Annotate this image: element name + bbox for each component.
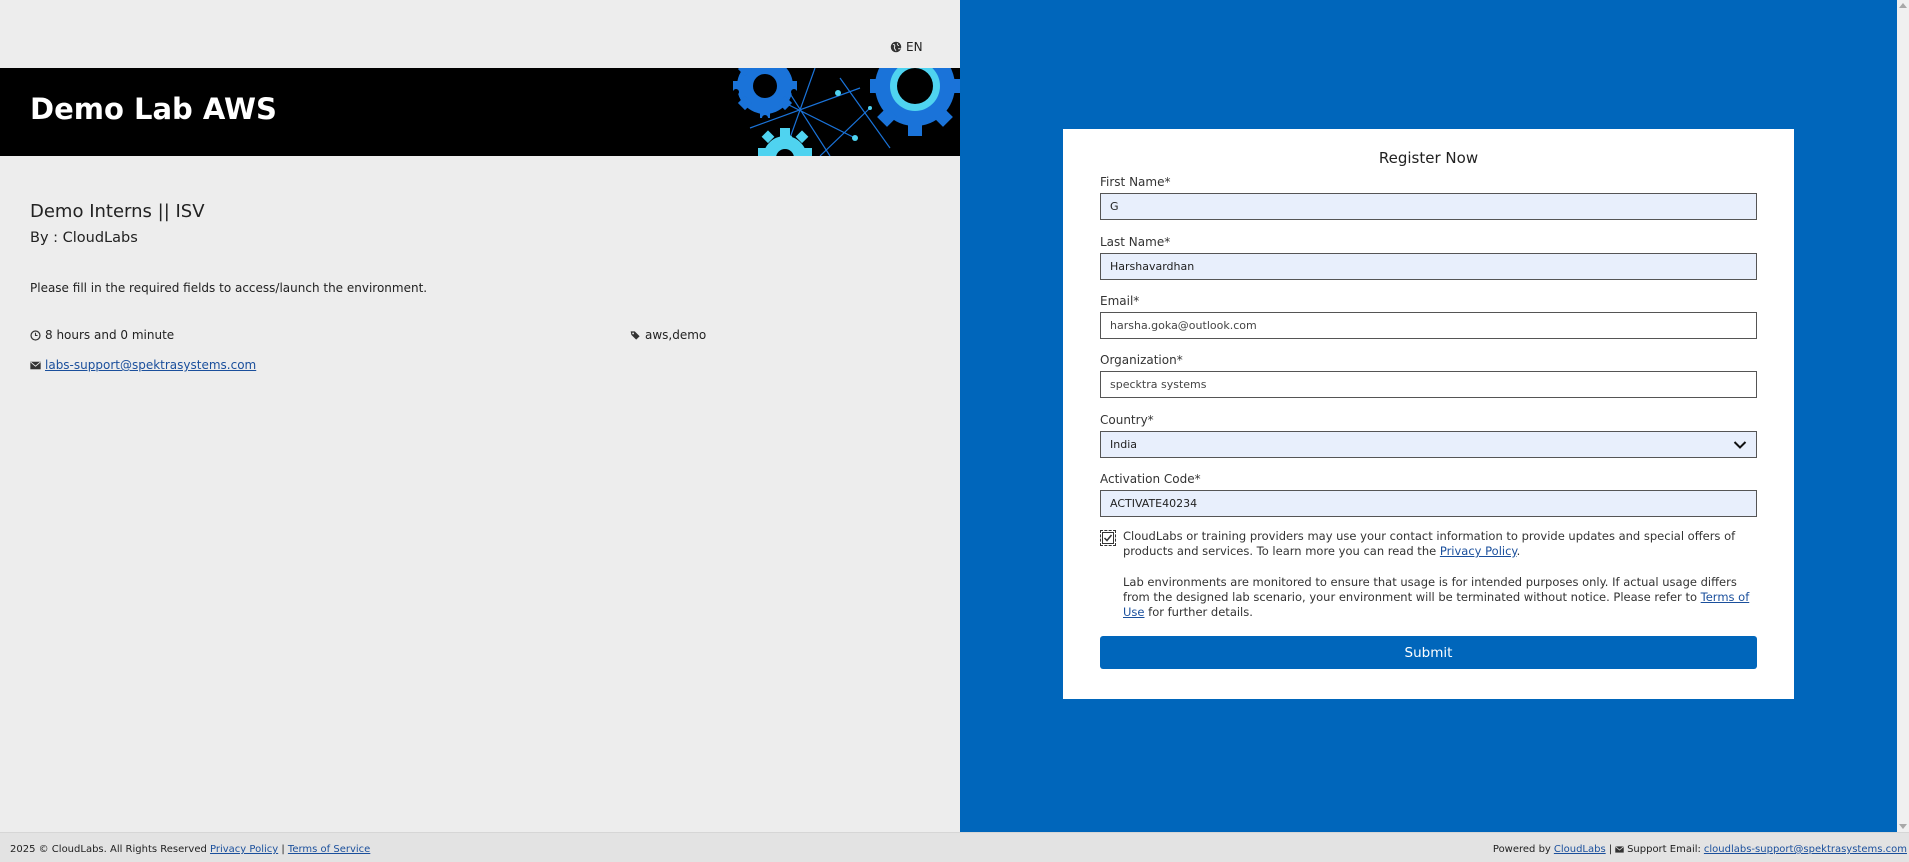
powered-by-text: Powered by — [1492, 844, 1551, 855]
consent-checkbox[interactable] — [1100, 530, 1116, 546]
consent-body: CloudLabs or training providers may use … — [1123, 529, 1736, 558]
envelope-icon — [1615, 846, 1624, 853]
copyright-text: 2025 © CloudLabs. All Rights Reserved — [10, 844, 211, 855]
language-label: EN — [906, 40, 923, 54]
duration-text: 8 hours and 0 minute — [45, 328, 175, 342]
scroll-up-arrow-icon[interactable] — [1899, 3, 1907, 8]
first-name-label: First Name* — [1100, 175, 1171, 189]
lab-title: Demo Interns || ISV — [30, 201, 205, 222]
organization-input[interactable]: specktra systems — [1100, 371, 1757, 398]
footer-powered: Powered by CloudLabs | Support Email: clo… — [1493, 844, 1907, 855]
tags-text: aws,demo — [645, 328, 707, 342]
footer-separator: | — [278, 844, 288, 855]
activation-code-label: Activation Code* — [1100, 472, 1201, 486]
organization-label: Organization* — [1100, 353, 1183, 367]
globe-icon — [890, 41, 902, 53]
vertical-scrollbar[interactable] — [1897, 0, 1909, 832]
last-name-label: Last Name* — [1100, 235, 1171, 249]
lab-info-pane: EN Demo Lab AWS Demo Interns || ISV By:… — [0, 0, 960, 832]
tags-icon — [630, 330, 640, 340]
page-footer: 2025 © CloudLabs. All Rights Reserved Pr… — [0, 832, 1909, 862]
footer-copyright: 2025 © CloudLabs. All Rights Reserved Pr… — [10, 844, 370, 855]
country-select[interactable]: India — [1100, 431, 1757, 458]
banner-title: Demo Lab AWS — [30, 92, 277, 126]
monitor-body: Lab environments are monitored to ensure… — [1123, 575, 1737, 604]
check-icon — [1102, 532, 1114, 544]
country-label: Country* — [1100, 413, 1154, 427]
email-input[interactable]: harsha.goka@outlook.com — [1100, 312, 1757, 339]
footer-terms-link[interactable]: Terms of Service — [288, 844, 370, 855]
support-email-link[interactable]: labs-support@spektrasystems.com — [45, 358, 256, 372]
register-form: Register Now First Name* G Last Name* Ha… — [1063, 129, 1794, 699]
footer-privacy-link[interactable]: Privacy Policy — [210, 844, 278, 855]
clock-icon — [30, 329, 41, 341]
lab-description: Please fill in the required fields to ac… — [30, 281, 428, 295]
privacy-policy-link[interactable]: Privacy Policy — [1440, 544, 1517, 558]
consent-text: CloudLabs or training providers may use … — [1123, 529, 1763, 559]
submit-button[interactable]: Submit — [1100, 636, 1757, 669]
envelope-icon — [30, 361, 41, 369]
email-label: Email* — [1100, 294, 1140, 308]
footer-separator-2: | — [1608, 844, 1613, 855]
scroll-down-arrow-icon[interactable] — [1899, 824, 1907, 829]
monitor-end: for further details. — [1144, 605, 1253, 619]
lab-duration: 8 hours and 0 minute — [30, 328, 174, 342]
lab-author: By : CloudLabs — [30, 230, 138, 246]
first-name-input[interactable]: G — [1100, 193, 1757, 220]
footer-cloudlabs-link[interactable]: CloudLabs — [1554, 844, 1606, 855]
monitoring-notice: Lab environments are monitored to ensure… — [1123, 575, 1763, 620]
language-selector[interactable]: EN — [890, 40, 923, 54]
lab-tags: aws,demo — [630, 328, 706, 342]
footer-support-email-link[interactable]: cloudlabs-support@spektrasystems.com — [1704, 844, 1907, 855]
form-title: Register Now — [1378, 149, 1479, 167]
consent-end: . — [1516, 544, 1521, 558]
support-email-label: Support Email: — [1627, 844, 1701, 855]
lab-banner: Demo Lab AWS — [0, 68, 960, 156]
last-name-input[interactable]: Harshavardhan — [1100, 253, 1757, 280]
lab-support: labs-support@spektrasystems.com — [30, 358, 256, 372]
chevron-down-icon — [1733, 440, 1747, 449]
activation-code-input[interactable]: ACTIVATE40234 — [1100, 490, 1757, 517]
gears-illustration-icon — [733, 68, 960, 156]
country-value: India — [1110, 438, 1137, 451]
